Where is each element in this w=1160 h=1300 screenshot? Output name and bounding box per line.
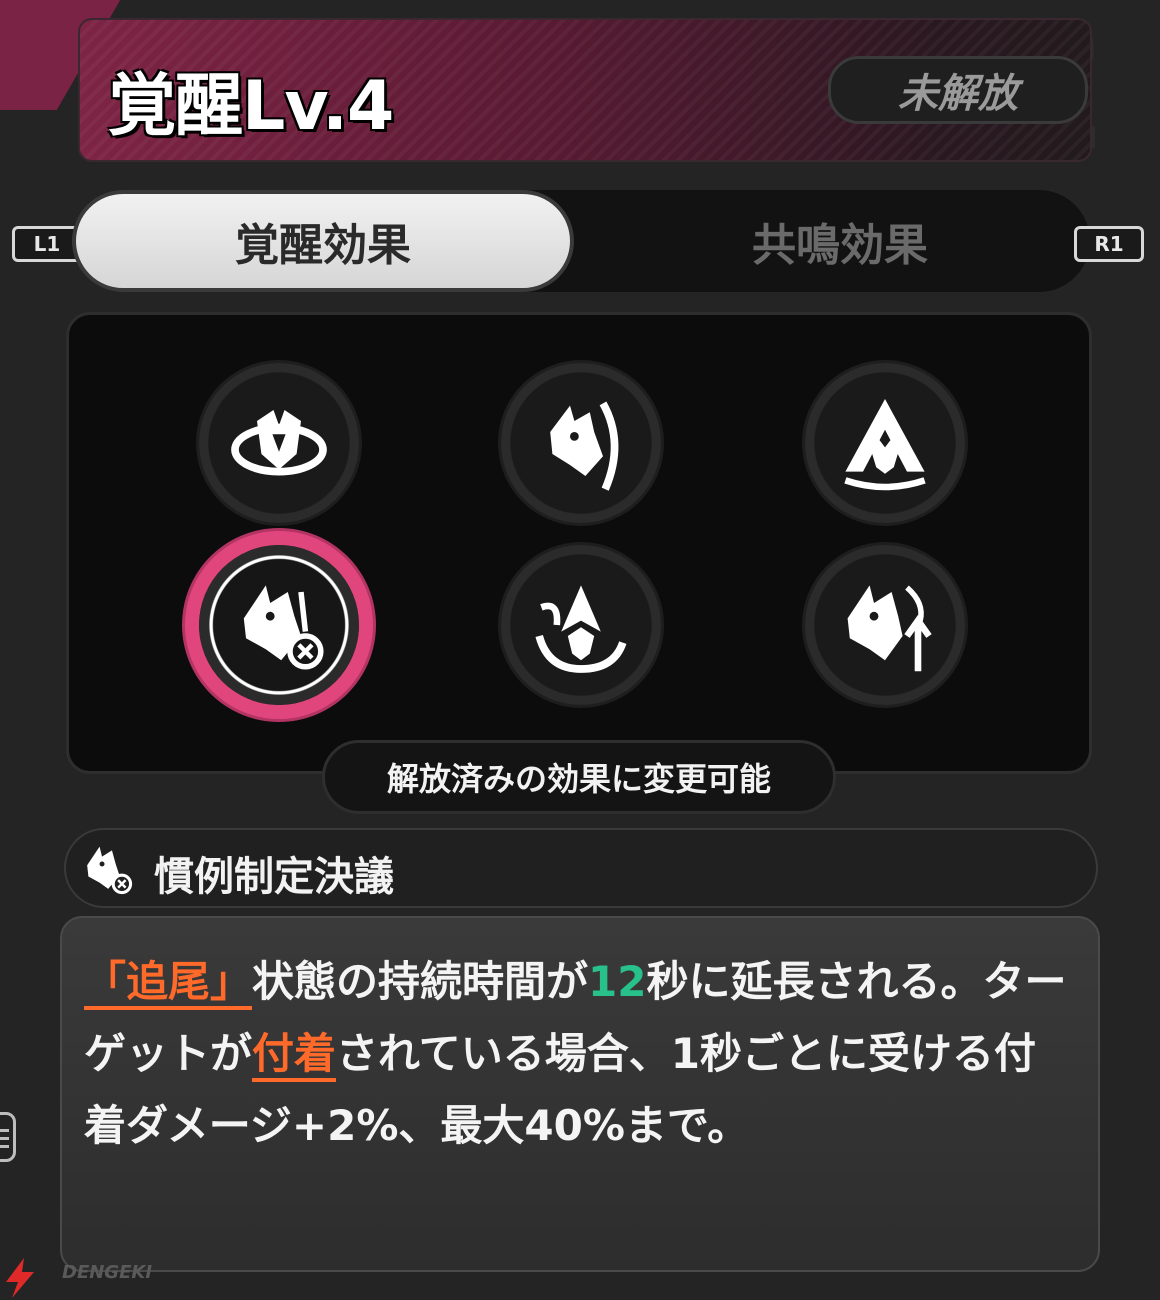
skill-slot-6[interactable]: [805, 545, 965, 705]
skill-grid-panel: [66, 312, 1092, 774]
wolf-target-icon: [87, 846, 133, 895]
skill-name: 慣例制定決議: [154, 854, 394, 900]
skill-slot-5[interactable]: [501, 545, 661, 705]
wolf-arrow-up-icon: [847, 585, 932, 672]
tab-resonance-effect[interactable]: 共鳴効果: [590, 190, 1090, 292]
keyword-tracking[interactable]: 「追尾」: [84, 957, 253, 1010]
wolf-triangle-icon: [844, 399, 926, 491]
change-available-note: 解放済みの効果に変更可能: [322, 740, 836, 814]
skill-slot-4[interactable]: [199, 545, 359, 705]
skill-description: 「追尾」状態の持続時間が12秒に延長される。ターゲットが付着されている場合、1秒…: [60, 916, 1100, 1272]
tab-awakening-effect[interactable]: 覚醒効果: [72, 190, 574, 292]
bolt-icon: [6, 1258, 34, 1298]
description-text: 状態の持続時間が: [252, 957, 589, 1006]
keyword-attach[interactable]: 付着: [252, 1029, 337, 1082]
skill-slot-1[interactable]: [199, 363, 359, 523]
watermark: DENGEKI: [62, 1262, 153, 1283]
wolf-target-icon: [243, 585, 324, 670]
wolf-ring-icon: [231, 410, 327, 476]
side-menu-button[interactable]: [0, 1112, 16, 1162]
awakening-level-title: 覚醒Lv.4: [108, 67, 394, 146]
duration-value: 12: [588, 957, 647, 1006]
skill-name-row: 慣例制定決議: [64, 828, 1098, 908]
skill-slot-3[interactable]: [805, 363, 965, 523]
skill-slot-2[interactable]: [501, 363, 661, 523]
wolf-swirl-icon: [535, 585, 627, 673]
status-badge: 未解放: [828, 56, 1088, 124]
wolf-slash-icon: [550, 401, 619, 491]
r1-key-hint[interactable]: R1: [1074, 226, 1144, 262]
